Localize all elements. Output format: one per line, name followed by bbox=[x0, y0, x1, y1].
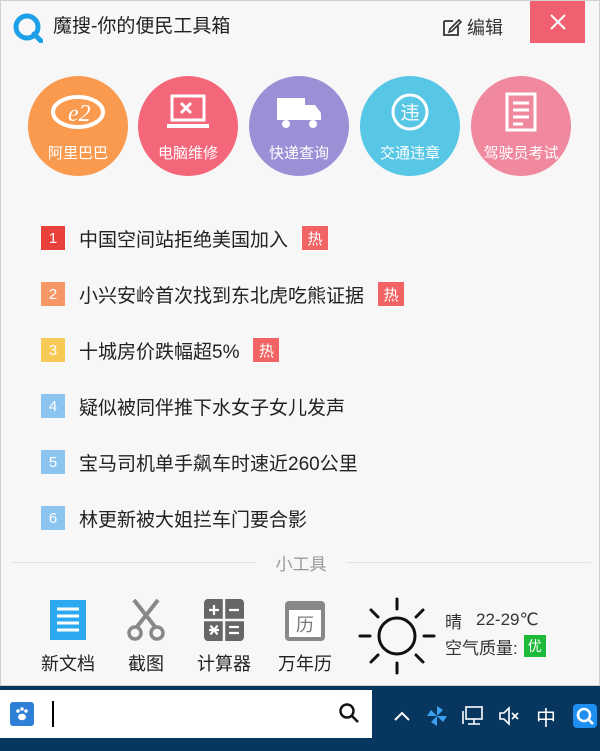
sun-icon bbox=[358, 597, 436, 675]
taskbar-search-box[interactable] bbox=[0, 690, 372, 738]
baidu-paw-icon bbox=[10, 702, 34, 726]
hot-badge: 热 bbox=[253, 338, 280, 362]
volume-mute-icon[interactable] bbox=[494, 686, 524, 746]
shortcut-label: 电脑维修 bbox=[157, 144, 218, 162]
air-quality-row: 空气质量: 优 bbox=[445, 633, 546, 659]
tool-new-document[interactable]: 新文档 bbox=[28, 596, 108, 676]
app-window: 魔搜-你的便民工具箱 编辑 e2 阿里巴巴 电脑维修 快递查询 违 交通违章 驾… bbox=[0, 0, 600, 686]
close-icon bbox=[549, 14, 566, 30]
close-button[interactable] bbox=[530, 1, 585, 43]
tool-screenshot[interactable]: 截图 bbox=[106, 596, 186, 676]
news-item[interactable]: 3 十城房价跌幅超5% 热 bbox=[41, 335, 280, 365]
search-icon[interactable] bbox=[338, 702, 360, 724]
shortcut-alibaba[interactable]: e2 阿里巴巴 bbox=[28, 76, 128, 176]
app-logo-icon bbox=[13, 13, 43, 43]
chevron-up-icon[interactable] bbox=[388, 686, 416, 746]
air-quality-label: 空气质量: bbox=[445, 638, 518, 658]
rank-badge: 3 bbox=[41, 338, 65, 362]
shortcut-driver-exam[interactable]: 驾驶员考试 bbox=[471, 76, 571, 176]
search-app-icon[interactable] bbox=[570, 686, 600, 746]
shortcut-traffic[interactable]: 违 交通违章 bbox=[360, 76, 460, 176]
tool-label: 新文档 bbox=[41, 654, 95, 674]
hot-badge: 热 bbox=[378, 282, 405, 306]
air-quality-badge: 优 bbox=[523, 635, 546, 657]
rank-badge: 4 bbox=[41, 394, 65, 418]
news-title: 十城房价跌幅超5% bbox=[79, 341, 240, 363]
edit-icon bbox=[443, 18, 463, 36]
weather-temperature: 22-29℃ bbox=[476, 610, 539, 629]
weather-condition: 晴 bbox=[445, 612, 462, 632]
text-caret bbox=[52, 701, 54, 727]
laptop-repair-icon bbox=[167, 94, 209, 128]
shortcut-label: 阿里巴巴 bbox=[47, 144, 108, 162]
shortcut-label: 快递查询 bbox=[268, 144, 329, 162]
news-title: 疑似被同伴推下水女子女儿发声 bbox=[79, 397, 346, 419]
news-title: 小兴安岭首次找到东北虎吃熊证据 bbox=[79, 285, 365, 307]
edit-button-label: 编辑 bbox=[467, 18, 503, 38]
pinwheel-icon[interactable] bbox=[422, 686, 452, 746]
news-item[interactable]: 5 宝马司机单手飙车时速近260公里 bbox=[41, 447, 358, 477]
news-title: 中国空间站拒绝美国加入 bbox=[79, 229, 289, 251]
rank-badge: 6 bbox=[41, 506, 65, 530]
tool-label: 截图 bbox=[128, 654, 164, 674]
window-title: 魔搜-你的便民工具箱 bbox=[53, 16, 231, 37]
scissors-icon bbox=[127, 598, 165, 641]
calendar-glyph: 历 bbox=[296, 615, 314, 636]
tool-label: 万年历 bbox=[278, 654, 332, 674]
news-item[interactable]: 4 疑似被同伴推下水女子女儿发声 bbox=[41, 391, 345, 421]
exam-document-icon bbox=[505, 92, 537, 131]
svg-text:违: 违 bbox=[400, 102, 419, 124]
shortcut-pc-repair[interactable]: 电脑维修 bbox=[138, 76, 238, 176]
news-title: 林更新被大姐拦车门要合影 bbox=[79, 509, 308, 531]
weather-panel: 晴 22-29℃ 空气质量: 优 bbox=[445, 607, 546, 659]
new-document-icon bbox=[50, 600, 86, 640]
news-item[interactable]: 2 小兴安岭首次找到东北虎吃熊证据 热 bbox=[41, 279, 405, 309]
edit-button[interactable]: 编辑 bbox=[441, 11, 503, 43]
title-bar: 魔搜-你的便民工具箱 编辑 bbox=[1, 1, 600, 53]
svg-text:e2: e2 bbox=[68, 101, 91, 127]
news-title: 宝马司机单手飙车时速近260公里 bbox=[79, 453, 358, 475]
rank-badge: 5 bbox=[41, 450, 65, 474]
hot-badge: 热 bbox=[302, 226, 329, 250]
tool-calculator[interactable]: 计算器 bbox=[184, 596, 264, 676]
news-item[interactable]: 1 中国空间站拒绝美国加入 热 bbox=[41, 223, 329, 253]
shortcut-row: e2 阿里巴巴 电脑维修 快递查询 违 交通违章 驾驶员考试 bbox=[28, 76, 588, 186]
rank-badge: 2 bbox=[41, 282, 65, 306]
shortcut-label: 交通违章 bbox=[379, 144, 440, 162]
alibaba-icon: e2 bbox=[51, 94, 105, 129]
tool-label: 计算器 bbox=[197, 654, 251, 674]
ime-label[interactable]: 中 bbox=[530, 686, 562, 746]
shortcut-label: 驾驶员考试 bbox=[483, 144, 559, 162]
shortcut-delivery[interactable]: 快递查询 bbox=[249, 76, 349, 176]
rank-badge: 1 bbox=[41, 226, 65, 250]
taskbar: 中 bbox=[0, 686, 600, 751]
tools-heading: 小工具 bbox=[256, 550, 346, 575]
news-item[interactable]: 6 林更新被大姐拦车门要合影 bbox=[41, 503, 307, 533]
network-icon[interactable] bbox=[458, 686, 488, 746]
calendar-icon: 历 bbox=[285, 601, 325, 641]
delivery-truck-icon bbox=[277, 97, 321, 128]
calculator-icon bbox=[204, 599, 244, 641]
tool-calendar[interactable]: 历 万年历 bbox=[265, 596, 345, 676]
traffic-violation-icon: 违 bbox=[391, 93, 429, 130]
weather-row: 晴 22-29℃ bbox=[445, 607, 546, 633]
